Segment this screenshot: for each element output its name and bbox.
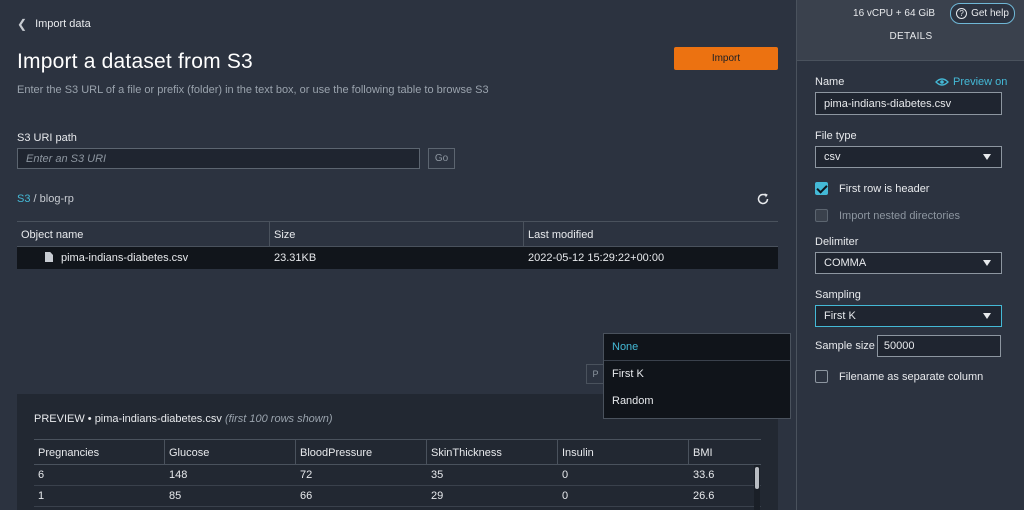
pager-button[interactable]: P (586, 364, 604, 384)
preview-cell: 0 (562, 490, 569, 502)
sample-size-input[interactable] (876, 335, 1001, 357)
preview-scrollbar[interactable] (754, 465, 760, 510)
delimiter-select[interactable]: COMMA (815, 252, 1002, 274)
breadcrumb-root[interactable]: S3 (17, 193, 30, 205)
objects-table-header: Object name Size Last modified (17, 221, 778, 247)
preview-column-header: BloodPressure (296, 440, 427, 464)
sample-size-row: Sample size (815, 335, 1001, 357)
file-type-label: File type (815, 130, 857, 142)
page-subtitle: Enter the S3 URL of a file or prefix (fo… (17, 84, 489, 96)
sampling-dropdown-menu: None First K Random (603, 333, 791, 419)
nested-dirs-option[interactable]: Import nested directories (815, 209, 960, 222)
preview-title: PREVIEW • pima-indians-diabetes.csv (fir… (34, 413, 333, 425)
compute-label: 16 vCPU + 64 GiB (853, 8, 935, 19)
breadcrumb: S3 / blog-rp (17, 193, 74, 205)
column-header-size[interactable]: Size (270, 222, 524, 246)
help-icon: ? (956, 8, 968, 19)
dropdown-option-none[interactable]: None (604, 334, 790, 361)
s3-uri-label: S3 URI path (17, 132, 77, 144)
dropdown-option-first-k[interactable]: First K (604, 361, 790, 388)
caret-down-icon (983, 260, 991, 266)
filename-column-label: Filename as separate column (839, 370, 984, 383)
file-icon (45, 252, 53, 262)
import-button[interactable]: Import (674, 47, 778, 70)
main-panel: ❮ Import data Import a dataset from S3 E… (0, 0, 796, 510)
sampling-select[interactable]: First K (815, 305, 1002, 327)
preview-cell: 26.6 (693, 490, 715, 502)
get-help-button[interactable]: ? Get help (950, 3, 1015, 24)
first-row-header-checkbox[interactable] (815, 182, 828, 195)
sidebar-header: 16 vCPU + 64 GiB ? Get help DETAILS (797, 0, 1024, 61)
first-row-header-option[interactable]: First row is header (815, 182, 929, 195)
preview-cell: 85 (169, 490, 182, 502)
scrollbar-thumb[interactable] (755, 467, 759, 489)
go-button[interactable]: Go (428, 148, 455, 169)
page-title: Import a dataset from S3 (17, 50, 253, 73)
preview-column-header: Pregnancies (34, 440, 165, 464)
object-modified: 2022-05-12 15:29:22+00:00 (528, 252, 665, 264)
preview-cell: 6 (38, 469, 45, 481)
preview-cell: 35 (431, 469, 444, 481)
chevron-left-icon: ❮ (17, 17, 28, 31)
sample-size-label: Sample size (815, 340, 875, 352)
caret-down-icon (983, 154, 991, 160)
sampling-label: Sampling (815, 289, 861, 301)
preview-cell: 0 (562, 469, 569, 481)
column-header-last-modified[interactable]: Last modified (524, 222, 778, 246)
name-label: Name (815, 76, 845, 88)
preview-column-header: SkinThickness (427, 440, 558, 464)
refresh-icon[interactable] (754, 190, 772, 208)
object-name-cell: pima-indians-diabetes.csv (17, 247, 270, 269)
filename-column-checkbox[interactable] (815, 370, 828, 383)
preview-table-header: Pregnancies Glucose BloodPressure SkinTh… (34, 439, 761, 465)
preview-note: (first 100 rows shown) (224, 413, 333, 425)
breadcrumb-separator: / (33, 193, 37, 205)
sampling-value: First K (824, 310, 856, 322)
get-help-label: Get help (971, 8, 1009, 19)
details-sidebar: 16 vCPU + 64 GiB ? Get help DETAILS Name… (796, 0, 1024, 510)
caret-down-icon (983, 313, 991, 319)
column-header-object-name[interactable]: Object name (17, 222, 270, 246)
table-row[interactable]: pima-indians-diabetes.csv 23.31KB 2022-0… (17, 247, 778, 269)
delimiter-label: Delimiter (815, 236, 859, 248)
preview-table: Pregnancies Glucose BloodPressure SkinTh… (34, 439, 761, 507)
preview-row: 6 148 72 35 0 33.6 (34, 465, 761, 486)
preview-toggle[interactable]: Preview on (935, 76, 1007, 88)
preview-column-header: Insulin (558, 440, 689, 464)
object-size: 23.31KB (274, 252, 317, 264)
nested-dirs-checkbox[interactable] (815, 209, 828, 222)
delimiter-value: COMMA (824, 257, 867, 269)
preview-toggle-label: Preview on (953, 76, 1008, 88)
first-row-header-label: First row is header (839, 182, 930, 195)
s3-uri-input[interactable] (17, 148, 420, 169)
preview-cell: 148 (169, 469, 188, 481)
objects-table: Object name Size Last modified pima-indi… (17, 221, 778, 269)
object-name: pima-indians-diabetes.csv (61, 252, 189, 264)
preview-column-header: BMI (693, 447, 713, 459)
file-type-select[interactable]: csv (815, 146, 1002, 168)
dropdown-option-random[interactable]: Random (604, 388, 790, 415)
filename-column-option[interactable]: Filename as separate column (815, 370, 983, 383)
preview-cell: 72 (300, 469, 313, 481)
preview-column-header: Glucose (165, 440, 296, 464)
breadcrumb-current: blog-rp (39, 193, 74, 205)
back-label: Import data (35, 18, 91, 30)
nested-dirs-label: Import nested directories (839, 209, 961, 222)
preview-cell: 1 (38, 490, 45, 502)
details-heading: DETAILS (889, 31, 933, 42)
name-input[interactable] (815, 92, 1002, 115)
preview-row: 1 85 66 29 0 26.6 (34, 486, 761, 507)
preview-cell: 29 (431, 490, 444, 502)
preview-cell: 33.6 (693, 469, 715, 481)
preview-label: PREVIEW • pima-indians-diabetes.csv (34, 413, 222, 425)
preview-cell: 66 (300, 490, 313, 502)
back-link[interactable]: ❮ Import data (17, 17, 91, 31)
eye-icon (935, 78, 949, 86)
file-type-value: csv (824, 151, 841, 163)
